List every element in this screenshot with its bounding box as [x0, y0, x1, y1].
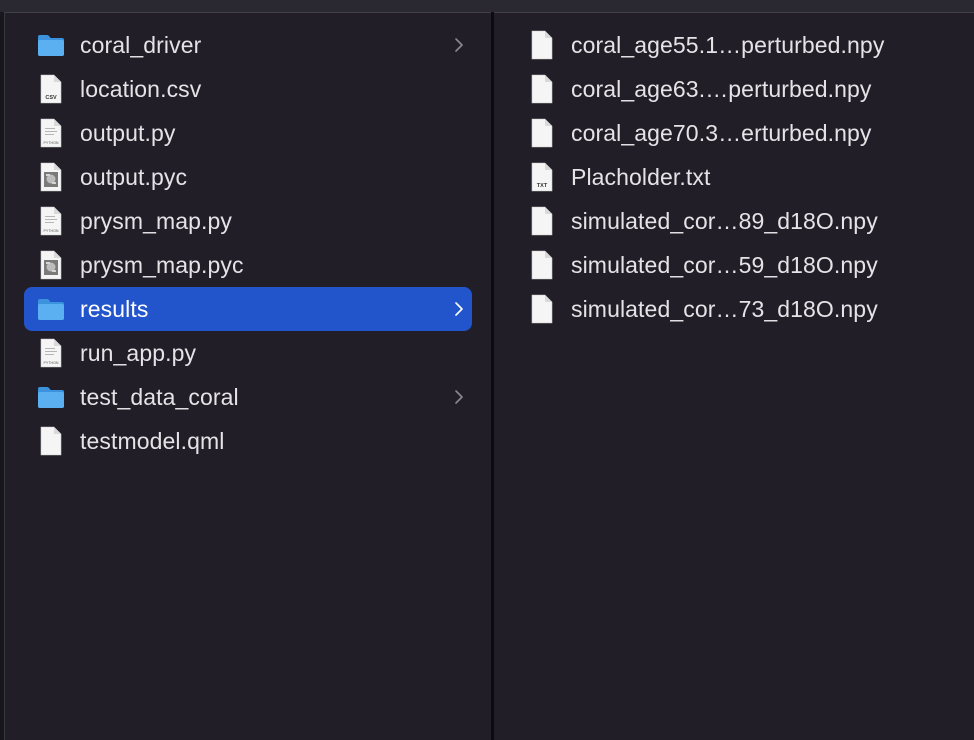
document-icon [527, 74, 557, 104]
document-icon [527, 294, 557, 324]
left-column-item-label: results [80, 295, 149, 322]
right-column-item[interactable]: simulated_cor…73_d18O.npy [524, 287, 974, 331]
right-column-item[interactable]: simulated_cor…89_d18O.npy [524, 199, 974, 243]
right-column-item-label: simulated_cor…73_d18O.npy [571, 295, 878, 322]
left-column-item-label: run_app.py [80, 339, 197, 366]
right-column-item-label: simulated_cor…89_d18O.npy [571, 207, 878, 234]
right-column-item-label: Placholder.txt [571, 163, 711, 190]
csv-file-icon: CSV [36, 74, 66, 104]
right-column-item[interactable]: coral_age55.1…perturbed.npy [524, 23, 974, 67]
left-column-item-label: testmodel.qml [80, 427, 225, 454]
right-column[interactable]: coral_age55.1…perturbed.npy coral_age63.…… [494, 13, 974, 740]
left-column-item-label: output.pyc [80, 163, 188, 190]
folder-icon [36, 382, 66, 412]
left-column-item[interactable]: output.pyc [24, 155, 472, 199]
python-file-icon: PYTHON [36, 118, 66, 148]
right-column-item[interactable]: simulated_cor…59_d18O.npy [524, 243, 974, 287]
text-file-icon: TXT [527, 162, 557, 192]
document-icon [527, 118, 557, 148]
left-column-item[interactable]: testmodel.qml [24, 419, 472, 463]
svg-text:PYTHON: PYTHON [44, 141, 59, 145]
left-column-item[interactable]: test_data_coral [24, 375, 472, 419]
folder-icon [36, 30, 66, 60]
left-column-item-label: output.py [80, 119, 176, 146]
right-column-item-label: coral_age63.…perturbed.npy [571, 75, 872, 102]
chevron-right-icon[interactable] [454, 375, 464, 419]
compiled-python-file-icon [36, 162, 66, 192]
svg-text:PYTHON: PYTHON [44, 361, 59, 365]
right-column-item-label: simulated_cor…59_d18O.npy [571, 251, 878, 278]
document-icon [527, 30, 557, 60]
left-column[interactable]: coral_driver CSV location.csv PYTHON output.… [5, 13, 491, 740]
right-column-item-label: coral_age70.3…erturbed.npy [571, 119, 872, 146]
chevron-right-icon[interactable] [454, 287, 464, 331]
svg-text:TXT: TXT [537, 183, 548, 189]
python-file-icon: PYTHON [36, 206, 66, 236]
left-column-item[interactable]: PYTHON prysm_map.py [24, 199, 472, 243]
left-column-item[interactable]: PYTHON output.py [24, 111, 472, 155]
svg-text:CSV: CSV [45, 95, 57, 101]
left-column-item[interactable]: coral_driver [24, 23, 472, 67]
right-column-item[interactable]: coral_age70.3…erturbed.npy [524, 111, 974, 155]
chevron-right-icon[interactable] [454, 23, 464, 67]
right-column-item-label: coral_age55.1…perturbed.npy [571, 31, 885, 58]
left-column-item-label: coral_driver [80, 31, 202, 58]
right-column-item[interactable]: coral_age63.…perturbed.npy [524, 67, 974, 111]
left-column-item[interactable]: CSV location.csv [24, 67, 472, 111]
left-column-item[interactable]: results [24, 287, 472, 331]
folder-icon [36, 294, 66, 324]
document-icon [527, 250, 557, 280]
left-column-item-label: prysm_map.py [80, 207, 233, 234]
left-column-item[interactable]: prysm_map.pyc [24, 243, 472, 287]
document-icon [527, 206, 557, 236]
finder-window: coral_driver CSV location.csv PYTHON output.… [0, 0, 974, 740]
window-top-edge [0, 0, 974, 13]
compiled-python-file-icon [36, 250, 66, 280]
left-column-item[interactable]: PYTHON run_app.py [24, 331, 472, 375]
left-column-item-label: prysm_map.pyc [80, 251, 244, 278]
right-column-item[interactable]: TXT Placholder.txt [524, 155, 974, 199]
python-file-icon: PYTHON [36, 338, 66, 368]
svg-text:PYTHON: PYTHON [44, 229, 59, 233]
left-column-item-label: location.csv [80, 75, 202, 102]
document-icon [36, 426, 66, 456]
left-column-item-label: test_data_coral [80, 383, 239, 410]
